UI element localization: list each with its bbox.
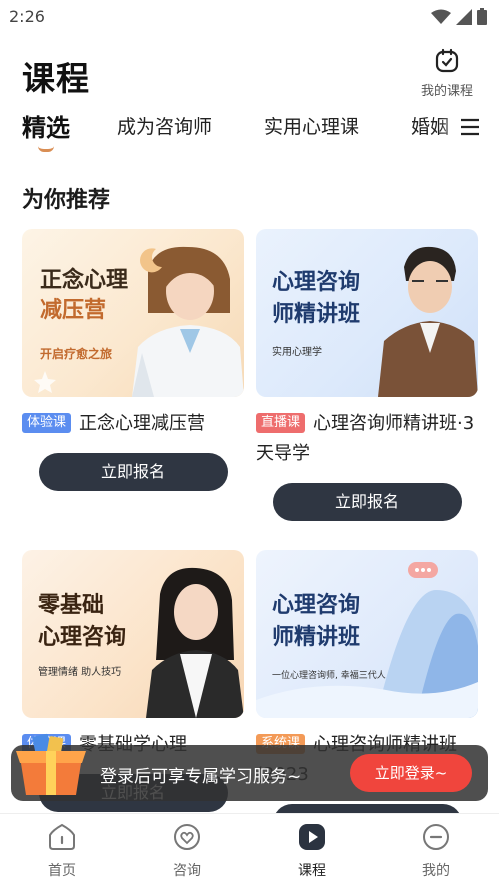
course-title: 直播课 心理咨询师精讲班·3天导学 [256, 409, 478, 469]
banner-line1: 正念心理 [40, 268, 129, 293]
nav-home[interactable]: 首页 [22, 822, 102, 880]
banner-line1: 零基础 [38, 593, 105, 618]
nav-home-label: 首页 [48, 863, 76, 879]
course-card[interactable]: 心理咨询 师精讲班 实用心理学 直播课 心理咨询师精讲班·3天导学 立即报名 [256, 229, 478, 521]
heart-chat-icon [174, 824, 200, 850]
enroll-button[interactable]: 立即报名 [38, 453, 228, 491]
wifi-icon [431, 9, 451, 24]
play-icon [299, 824, 325, 850]
tab-become-counselor[interactable]: 成为咨询师 [117, 112, 212, 139]
banner-sub: 实用心理学 [272, 347, 322, 358]
banner-line1: 心理咨询 [272, 270, 361, 295]
enroll-button[interactable]: 立即报名 [272, 483, 462, 521]
star-decoration-icon [34, 371, 56, 393]
nav-profile[interactable]: 我的 [396, 822, 476, 880]
moon-decoration-icon [140, 248, 162, 273]
section-title: 为你推荐 [22, 188, 111, 213]
login-button[interactable]: 立即登录~ [350, 754, 472, 792]
tab-practical-psychology[interactable]: 实用心理课 [264, 112, 359, 139]
course-card[interactable]: 正念心理 减压营 开启疗愈之旅 体验课 正念心理减压营 立即报名 [22, 229, 244, 491]
instructor-photo [146, 567, 244, 718]
my-course-button[interactable]: 我的课程 [415, 48, 479, 99]
nav-consult-label: 咨询 [173, 863, 201, 879]
status-bar: 2:26 [0, 0, 499, 36]
clock-book-icon [435, 48, 459, 73]
my-course-label: 我的课程 [420, 84, 473, 99]
mountain-illustration [256, 562, 478, 718]
home-icon [49, 823, 75, 850]
bottom-navigation: 首页 咨询 课程 我的 [0, 813, 499, 888]
course-banner: 正念心理 减压营 开启疗愈之旅 [22, 229, 244, 397]
banner-sub: 开启疗愈之旅 [40, 347, 113, 361]
battery-icon [477, 8, 487, 25]
signal-icon [456, 8, 472, 25]
banner-line2: 师精讲班 [272, 302, 361, 327]
course-banner: 零基础 心理咨询 管理情绪 助人技巧 [22, 550, 244, 718]
course-banner: 心理咨询 师精讲班 一位心理咨询师, 幸福三代人 [256, 550, 478, 718]
course-badge: 体验课 [22, 413, 72, 433]
nav-consult[interactable]: 咨询 [147, 822, 227, 880]
gift-box-icon [16, 733, 86, 795]
menu-icon[interactable] [461, 118, 479, 136]
course-title: 体验课 正念心理减压营 [22, 409, 244, 439]
banner-sub: 管理情绪 助人技巧 [38, 667, 122, 678]
profile-icon [423, 824, 449, 850]
page-header: 课程 我的课程 [0, 44, 499, 104]
status-icons [431, 8, 487, 25]
nav-courses[interactable]: 课程 [272, 822, 352, 880]
course-badge: 直播课 [256, 413, 306, 433]
banner-line2: 减压营 [40, 298, 107, 323]
page-title: 课程 [22, 59, 90, 98]
nav-courses-label: 课程 [298, 863, 326, 879]
instructor-photo [378, 246, 478, 397]
course-banner: 心理咨询 师精讲班 实用心理学 [256, 229, 478, 397]
course-title-text: 正念心理减压营 [79, 413, 206, 434]
category-tabs: 精选 成为咨询师 实用心理课 婚姻 [0, 104, 499, 154]
tab-featured[interactable]: 精选 [22, 108, 70, 143]
banner-line2: 心理咨询 [38, 625, 127, 650]
status-time: 2:26 [9, 7, 45, 26]
login-prompt-text: 登录后可享专属学习服务~ [100, 767, 302, 787]
nav-profile-label: 我的 [422, 863, 450, 879]
